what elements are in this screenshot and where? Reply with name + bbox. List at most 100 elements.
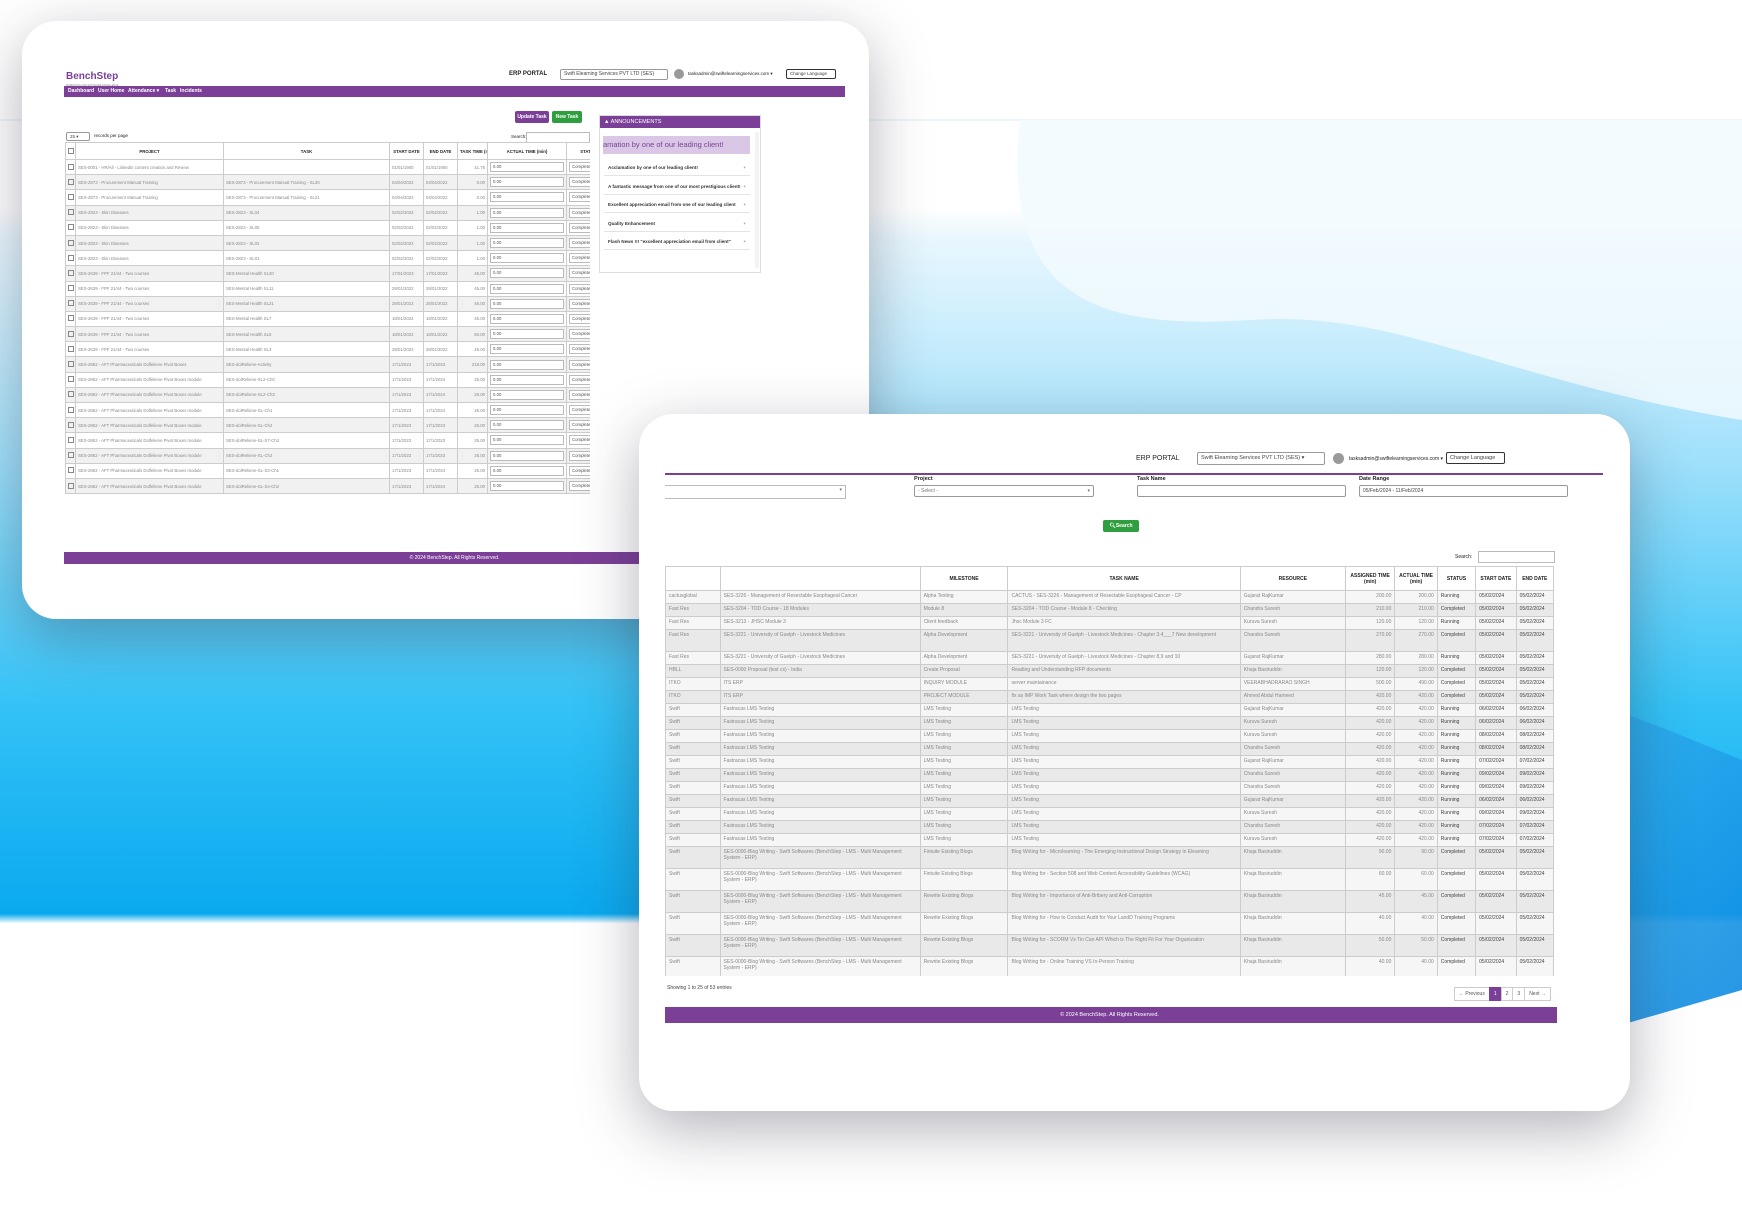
status-dropdown[interactable]: Completed▾ <box>569 405 590 416</box>
row-checkbox[interactable] <box>65 341 76 358</box>
status-select[interactable]: Completed▾ <box>566 432 590 449</box>
date-range-input[interactable]: 05/Feb/2024 - 11/Feb/2024 <box>1359 485 1568 497</box>
table-row[interactable]: Swift Fastracas LMS Testing LMS Testing LMS… <box>665 768 1554 782</box>
actual-time-field[interactable]: 0.00 <box>490 222 564 233</box>
table-row[interactable]: Swift Fastracas LMS Testing LMS Testing LMS… <box>665 716 1554 730</box>
row-checkbox[interactable] <box>65 417 76 434</box>
status-select[interactable]: Completed▾ <box>566 401 590 419</box>
column-header[interactable]: RESOURCE <box>1239 566 1346 591</box>
actual-time-field[interactable]: 0.00 <box>490 192 564 203</box>
actual-time-field[interactable]: 0.00 <box>490 238 564 249</box>
records-per-page-select[interactable]: 25 ▾ <box>66 132 90 141</box>
table-row[interactable]: Swift SES-0000-Blog Writing - Swift Softw… <box>665 846 1554 869</box>
column-header[interactable]: MILESTONE <box>919 566 1009 591</box>
table-row[interactable]: Swift SES-0000-Blog Writing - Swift Softw… <box>665 912 1554 935</box>
announcement-item[interactable]: Acclamation by one of our leading client… <box>604 160 750 176</box>
actual-time-input[interactable]: 0.00 <box>487 386 567 404</box>
avatar[interactable] <box>1333 453 1344 464</box>
avatar[interactable] <box>674 69 684 79</box>
status-dropdown[interactable]: Completed▾ <box>569 298 590 309</box>
language-select[interactable]: Change Language <box>1446 452 1505 464</box>
row-checkbox[interactable] <box>65 356 76 373</box>
row-checkbox[interactable] <box>65 401 76 419</box>
row-checkbox[interactable] <box>65 158 76 176</box>
status-dropdown[interactable]: Completed▾ <box>569 435 590 446</box>
row-checkbox[interactable] <box>65 371 76 388</box>
actual-time-input[interactable]: 0.00 <box>487 219 567 236</box>
column-header[interactable]: TASK NAME <box>1007 566 1241 591</box>
actual-time-input[interactable]: 0.00 <box>487 310 567 328</box>
actual-time-field[interactable]: 0.00 <box>490 465 564 476</box>
new-task-button[interactable]: New Task <box>552 111 582 123</box>
row-checkbox[interactable] <box>65 250 76 267</box>
actual-time-input[interactable]: 0.00 <box>487 250 567 267</box>
user-menu[interactable]: tasksadmin@swiftelearningservices.com ▾ <box>688 71 773 77</box>
actual-time-field[interactable]: 0.00 <box>490 450 564 461</box>
project-filter-select[interactable]: - Select - ▾ <box>914 485 1094 497</box>
announcement-item[interactable]: A fantastic message from one of our most… <box>604 179 750 195</box>
row-checkbox[interactable] <box>65 447 76 464</box>
column-header[interactable] <box>665 566 721 591</box>
table-row[interactable]: Fast Res SES-3204 - TOD Course - 18 Modul… <box>665 603 1554 617</box>
status-dropdown[interactable]: Completed▾ <box>569 450 590 461</box>
table-row[interactable]: Swift Fastracas LMS Testing LMS Testing LMS… <box>665 833 1554 847</box>
row-checkbox[interactable] <box>65 462 76 479</box>
actual-time-input[interactable]: 0.00 <box>487 204 567 221</box>
row-checkbox[interactable] <box>65 219 76 236</box>
actual-time-field[interactable]: 0.00 <box>490 344 564 355</box>
actual-time-field[interactable]: 0.00 <box>490 389 564 400</box>
status-select[interactable]: Completed▾ <box>566 174 590 191</box>
column-header[interactable]: STATUS <box>566 142 590 160</box>
table-row[interactable]: ITKO ITS ERP PROJECT MODULE fix as IMP Work… <box>665 690 1554 704</box>
row-checkbox[interactable] <box>65 189 76 206</box>
table-row[interactable]: cactusglobal SES-3226 - Management of Res… <box>665 590 1554 604</box>
search-button[interactable]: 🔍︎Search <box>1103 520 1139 532</box>
status-dropdown[interactable]: Completed▾ <box>569 465 590 476</box>
nav-user-home[interactable]: User Home <box>98 88 124 94</box>
table-row[interactable]: Swift SES-0000-Blog Writing - Swift Softw… <box>665 934 1554 957</box>
table-row[interactable]: Swift Fastracas LMS Testing LMS Testing LMS… <box>665 781 1554 795</box>
row-checkbox[interactable] <box>65 295 76 312</box>
announcement-item[interactable]: Quality Enhancement + <box>604 216 750 232</box>
actual-time-field[interactable]: 0.00 <box>490 405 564 416</box>
status-dropdown[interactable]: Completed▾ <box>569 329 590 340</box>
table-row[interactable]: Swift Fastracas LMS Testing LMS Testing LMS… <box>665 729 1554 743</box>
status-dropdown[interactable]: Completed▾ <box>569 359 590 370</box>
row-checkbox[interactable] <box>65 432 76 449</box>
actual-time-input[interactable]: 0.00 <box>487 401 567 419</box>
status-select[interactable]: Completed▾ <box>566 326 590 343</box>
table-row[interactable]: Swift Fastracas LMS Testing LMS Testing LMS… <box>665 742 1554 756</box>
actual-time-input[interactable]: 0.00 <box>487 417 567 434</box>
actual-time-input[interactable]: 0.00 <box>487 432 567 449</box>
actual-time-input[interactable]: 0.00 <box>487 295 567 312</box>
status-select[interactable]: Completed▾ <box>566 295 590 312</box>
row-checkbox[interactable] <box>65 310 76 328</box>
column-header[interactable]: ASSIGNED TIME (min) <box>1344 566 1396 591</box>
actual-time-input[interactable]: 0.00 <box>487 371 567 388</box>
actual-time-input[interactable]: 0.00 <box>487 265 567 282</box>
status-select[interactable]: Completed▾ <box>566 189 590 206</box>
status-select[interactable]: Completed▾ <box>566 462 590 479</box>
actual-time-field[interactable]: 0.00 <box>490 253 564 264</box>
status-select[interactable]: Completed▾ <box>566 250 590 267</box>
actual-time-input[interactable]: 0.00 <box>487 326 567 343</box>
nav-attendance[interactable]: Attendance ▾ <box>128 88 159 94</box>
actual-time-field[interactable]: 0.00 <box>490 374 564 385</box>
table-row[interactable]: Swift SES-0000-Blog Writing - Swift Softw… <box>665 956 1554 976</box>
actual-time-input[interactable]: 0.00 <box>487 189 567 206</box>
company-select[interactable]: Swift Elearning Services PVT LTD (SES) <box>560 69 668 80</box>
table-row[interactable]: HBLL SES-0000 Proposal (test cs) - India C… <box>665 664 1554 678</box>
column-header[interactable]: START DATE <box>389 142 424 160</box>
table-row[interactable]: Swift SES-0000-Blog Writing - Swift Softw… <box>665 890 1554 913</box>
status-select[interactable]: Completed▾ <box>566 371 590 388</box>
column-header[interactable]: END DATE <box>1515 566 1554 591</box>
row-checkbox[interactable] <box>65 386 76 404</box>
table-row[interactable]: Swift SES-0000-Blog Writing - Swift Softw… <box>665 868 1554 891</box>
row-checkbox[interactable] <box>65 174 76 191</box>
status-dropdown[interactable]: Completed▾ <box>569 283 590 294</box>
column-header[interactable]: ACTUAL TIME (min) <box>487 142 567 160</box>
row-checkbox[interactable] <box>65 326 76 343</box>
row-checkbox[interactable] <box>65 234 76 252</box>
column-header[interactable]: PROJECT <box>75 142 224 160</box>
status-dropdown[interactable]: Completed▾ <box>569 389 590 400</box>
